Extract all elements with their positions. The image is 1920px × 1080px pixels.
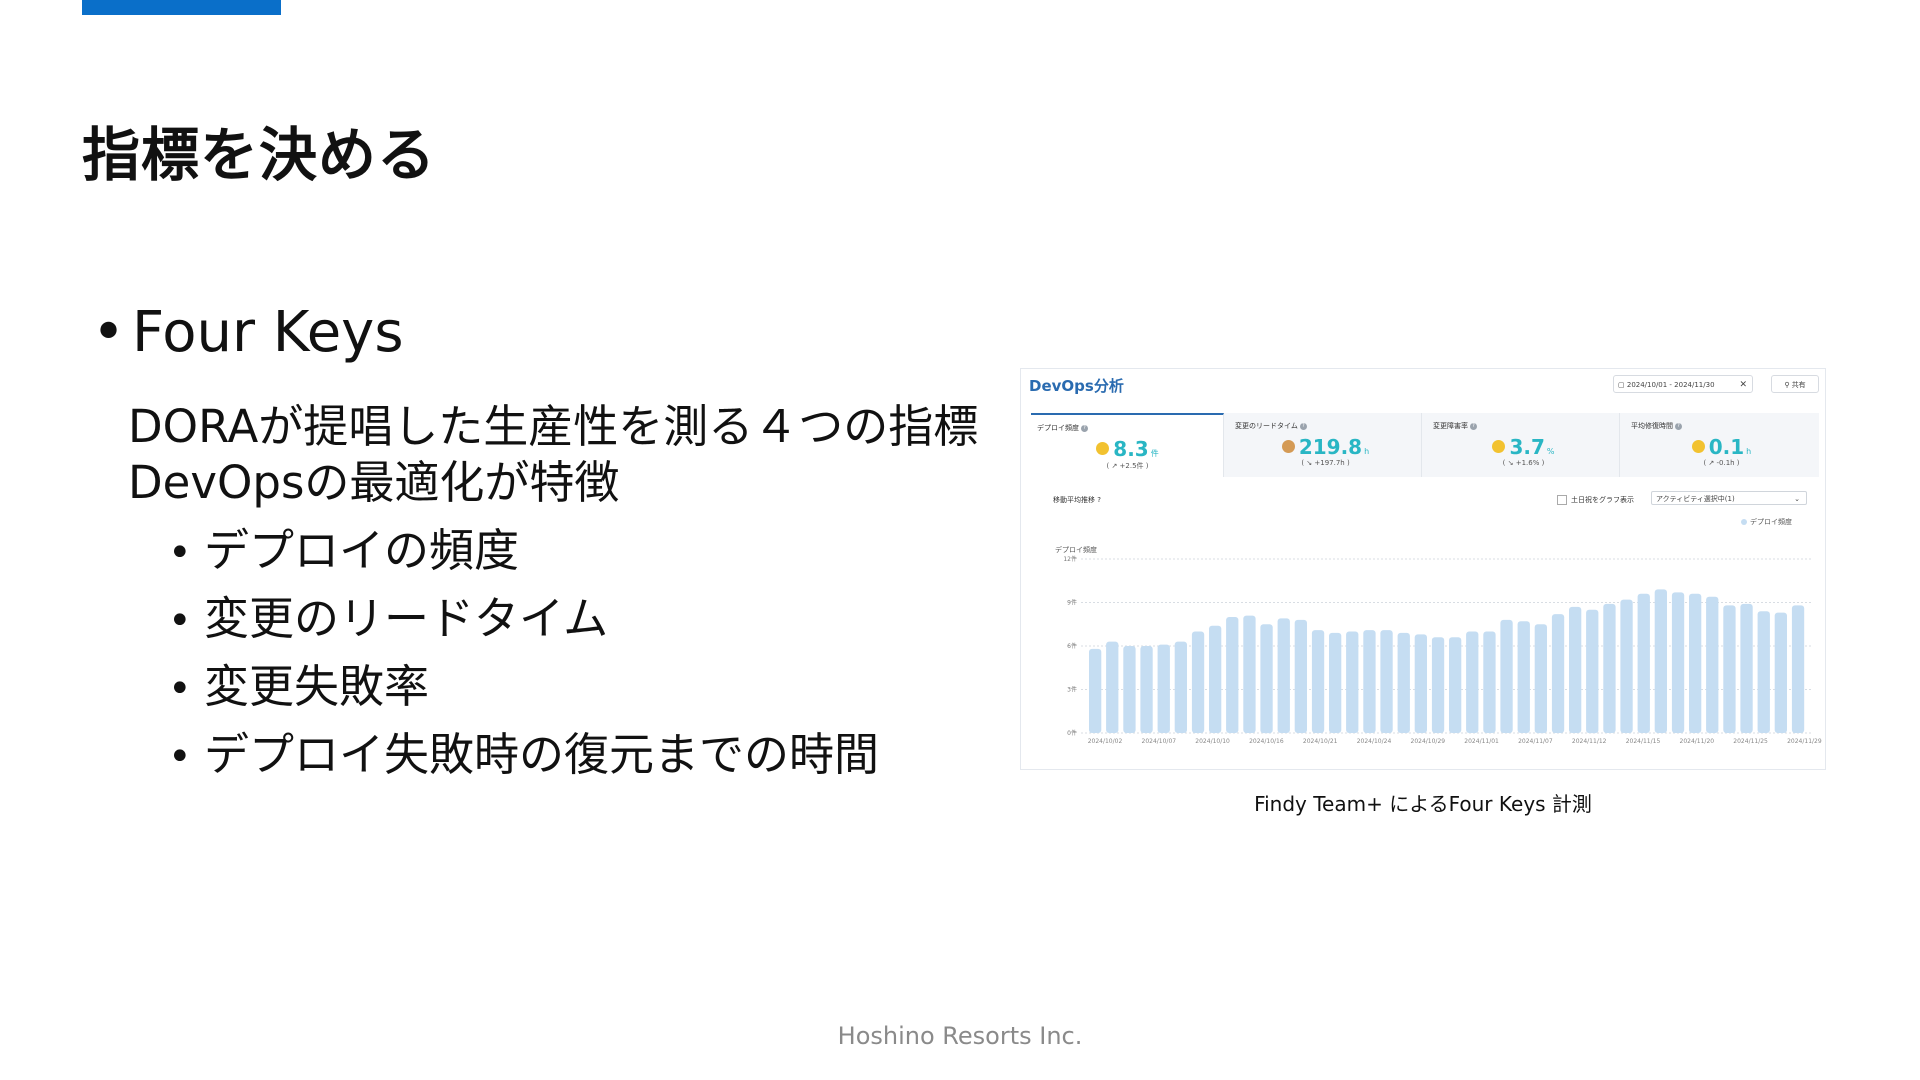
y-tick-label: 0件 xyxy=(1067,729,1077,737)
dashboard-screenshot: DevOps分析 ▢ 2024/10/01 - 2024/11/30 ✕ ⚲ 共… xyxy=(1020,368,1826,770)
chart-bar[interactable] xyxy=(1123,646,1136,733)
chart-bar[interactable] xyxy=(1209,625,1222,733)
chart-bar[interactable] xyxy=(1637,593,1650,733)
subitem-text: デプロイ失敗時の復元までの時間 xyxy=(204,728,880,781)
x-tick-label: 2024/11/20 xyxy=(1680,738,1715,745)
deploy-frequency-chart: 12件 9件 6件 3件 0件 2024/10/02 2024/10/07 2024/10/1… xyxy=(1063,555,1822,745)
chart-bar[interactable] xyxy=(1380,630,1393,733)
bullet-dot: • xyxy=(92,300,126,365)
chart-bar[interactable] xyxy=(1397,632,1410,733)
accent-bar xyxy=(82,0,281,15)
chart-bar[interactable] xyxy=(1723,605,1736,733)
y-tick-label: 6件 xyxy=(1067,642,1077,650)
x-tick-label: 2024/11/12 xyxy=(1572,738,1607,745)
chart-bar[interactable] xyxy=(1654,589,1667,733)
chart-bar[interactable] xyxy=(1740,603,1753,733)
subitem-change-failure-rate: • 変更失敗率 xyxy=(168,650,429,715)
chart-bar[interactable] xyxy=(1260,624,1273,734)
footer-company: Hoshino Resorts Inc. xyxy=(837,1022,1083,1050)
x-tick-label: 2024/10/02 xyxy=(1088,738,1123,745)
chart-bar[interactable] xyxy=(1689,593,1702,733)
chart-bar[interactable] xyxy=(1671,592,1685,733)
chart-bar[interactable] xyxy=(1500,619,1513,733)
x-tick-label: 2024/10/07 xyxy=(1142,738,1177,745)
chart-bar[interactable] xyxy=(1431,637,1445,733)
slide-title: 指標を決める xyxy=(82,121,437,189)
x-tick-label: 2024/10/10 xyxy=(1195,738,1230,745)
subitem-text: 変更のリードタイム xyxy=(204,592,609,645)
chart-bar[interactable] xyxy=(1089,648,1102,733)
bullet-dot: • xyxy=(168,598,192,644)
subitem-lead-time: • 変更のリードタイム xyxy=(168,582,608,647)
chart-bar[interactable] xyxy=(1603,603,1616,733)
description-line-2: DevOpsの最適化が特徴 xyxy=(128,456,620,509)
x-tick-label: 2024/11/25 xyxy=(1733,738,1768,745)
x-tick-label: 2024/10/24 xyxy=(1357,738,1392,745)
chart-bar[interactable] xyxy=(1586,609,1599,734)
x-tick-label: 2024/11/07 xyxy=(1518,738,1553,745)
chart-bar[interactable] xyxy=(1174,641,1187,733)
screenshot-caption: Findy Team+ によるFour Keys 計測 xyxy=(1254,792,1592,816)
chart-bar[interactable] xyxy=(1774,612,1787,733)
chart-bar[interactable] xyxy=(1106,641,1119,733)
chart-bar[interactable] xyxy=(1706,596,1719,733)
chart-bar[interactable] xyxy=(1157,644,1170,733)
x-tick-label: 2024/11/29 xyxy=(1787,738,1822,745)
x-tick-label: 2024/10/29 xyxy=(1411,738,1446,745)
chart-bar[interactable] xyxy=(1191,631,1205,734)
chart-bar[interactable] xyxy=(1226,617,1239,733)
bullet-dot: • xyxy=(168,734,192,780)
bullet-dot: • xyxy=(168,666,192,712)
x-tick-label: 2024/11/15 xyxy=(1626,738,1661,745)
subitem-text: 変更失敗率 xyxy=(204,660,430,713)
y-tick-label: 3件 xyxy=(1067,686,1077,694)
subitem-deploy-frequency: • デプロイの頻度 xyxy=(168,514,519,579)
chart-bar[interactable] xyxy=(1414,634,1427,733)
chart-bar[interactable] xyxy=(1329,632,1342,733)
x-tick-label: 2024/11/01 xyxy=(1464,738,1499,745)
subitem-restore-time: • デプロイ失敗時の復元までの時間 xyxy=(168,718,879,783)
bullet-dot: • xyxy=(168,530,192,576)
bullet-four-keys: • Four Keys xyxy=(92,300,404,365)
y-tick-label: 12件 xyxy=(1063,555,1077,563)
chart-bar[interactable] xyxy=(1466,631,1479,734)
chart-bar[interactable] xyxy=(1483,631,1496,734)
chart-bar[interactable] xyxy=(1277,618,1290,733)
bullet-four-keys-text: Four Keys xyxy=(132,300,404,365)
x-tick-label: 2024/10/16 xyxy=(1249,738,1284,745)
chart-bar[interactable] xyxy=(1294,619,1307,733)
y-tick-label: 9件 xyxy=(1067,599,1077,607)
x-tick-label: 2024/10/21 xyxy=(1303,738,1338,745)
chart-bar[interactable] xyxy=(1569,606,1582,733)
chart-bar[interactable] xyxy=(1791,605,1805,733)
chart-bar[interactable] xyxy=(1311,630,1325,733)
chart-bar[interactable] xyxy=(1757,611,1770,733)
chart-bar[interactable] xyxy=(1449,637,1462,733)
chart-bar[interactable] xyxy=(1620,599,1633,733)
slide: 指標を決める • Four Keys DORAが提唱した生産性を測る４つの指標 D… xyxy=(0,0,1920,1080)
chart-bar[interactable] xyxy=(1243,615,1256,733)
chart-bar[interactable] xyxy=(1551,614,1565,733)
chart-bar[interactable] xyxy=(1517,621,1530,733)
chart-bar[interactable] xyxy=(1346,631,1359,734)
chart-bar[interactable] xyxy=(1363,630,1376,733)
chart-bar[interactable] xyxy=(1534,624,1547,734)
chart-bar[interactable] xyxy=(1140,646,1153,733)
subitem-text: デプロイの頻度 xyxy=(204,524,520,577)
